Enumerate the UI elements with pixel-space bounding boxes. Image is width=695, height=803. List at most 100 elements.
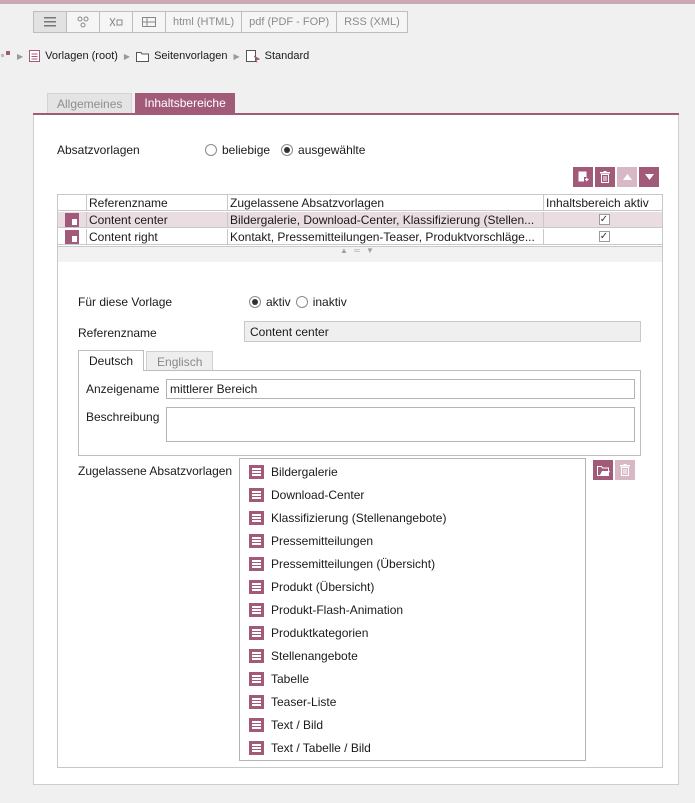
zugelassene-label: Zugelassene Absatzvorlagen	[78, 464, 233, 478]
tab-allgemeines[interactable]: Allgemeines	[47, 93, 133, 113]
resize-splitter[interactable]: ▲ ═ ▼	[58, 246, 662, 262]
list-item[interactable]: Teaser-Liste	[249, 691, 336, 713]
list-item[interactable]: Produkt-Flash-Animation	[249, 599, 403, 621]
table-row[interactable]: Content right Kontakt, Pressemitteilunge…	[58, 228, 662, 245]
edit-folder-icon	[596, 465, 610, 476]
cell-allowed: Bildergalerie, Download-Center, Klassifi…	[227, 211, 543, 228]
paragraph-template-icon	[249, 465, 264, 479]
list-item[interactable]: Produktkategorien	[249, 622, 368, 644]
remove-selection-button[interactable]	[615, 460, 635, 480]
anzeigename-input[interactable]: mittlerer Bereich	[166, 379, 635, 399]
list-item[interactable]: Text / Tabelle / Bild	[249, 737, 371, 759]
rss-view-button[interactable]: RSS (XML)	[336, 11, 408, 33]
list-actions	[593, 460, 635, 480]
radio-inaktiv[interactable]	[295, 296, 308, 308]
list-item[interactable]: Stellenangebote	[249, 645, 358, 667]
edit-selection-button[interactable]	[593, 460, 613, 480]
list-item-label: Tabelle	[271, 672, 310, 686]
root-node-icon	[1, 51, 10, 57]
tab-englisch[interactable]: Englisch	[146, 351, 214, 371]
structure-view-button[interactable]	[99, 11, 132, 33]
tree-view-button[interactable]	[66, 11, 99, 33]
radio-label-ausgewaehlte: ausgewählte	[298, 143, 366, 157]
cell-referenzname: Content center	[86, 211, 227, 228]
header-zugelassene[interactable]: Zugelassene Absatzvorlagen	[227, 194, 543, 211]
list-item-label: Download-Center	[271, 488, 365, 502]
active-checkbox[interactable]: ✓	[598, 214, 610, 225]
tab-inhaltsbereiche[interactable]: Inhaltsbereiche	[135, 93, 235, 113]
structure-view-icon	[109, 17, 123, 27]
breadcrumb: ▶ Vorlagen (root) ▶ Seitenvorlagen ▶ Sta…	[0, 46, 309, 66]
breadcrumb-label: Seitenvorlagen	[154, 50, 228, 62]
content-area-icon	[65, 229, 79, 244]
paragraph-template-icon	[249, 718, 264, 732]
header-inhaltsbereich-aktiv[interactable]: Inhaltsbereich aktiv	[543, 194, 662, 211]
breadcrumb-separator: ▶	[233, 51, 240, 61]
pdf-view-button[interactable]: pdf (PDF - FOP)	[241, 11, 337, 33]
list-item[interactable]: Klassifizierung (Stellenangebote)	[249, 507, 446, 529]
move-down-icon	[644, 174, 654, 180]
list-item-label: Text / Bild	[271, 718, 324, 732]
list-item[interactable]: Produkt (Übersicht)	[249, 576, 374, 598]
cell-active: ✓	[543, 228, 662, 245]
list-item-label: Bildergalerie	[271, 465, 338, 479]
paragraph-template-icon	[249, 488, 264, 502]
radio-label-beliebige: beliebige	[222, 143, 271, 157]
header-icon-col	[58, 195, 86, 211]
list-item-label: Text / Tabelle / Bild	[271, 741, 371, 755]
beschreibung-textarea[interactable]	[166, 407, 635, 442]
active-checkbox[interactable]: ✓	[598, 231, 610, 242]
breadcrumb-label: Vorlagen (root)	[45, 50, 118, 62]
paragraph-template-icon	[249, 580, 264, 594]
vorlage-label: Für diese Vorlage	[78, 295, 173, 309]
template-icon	[29, 50, 41, 62]
list-item[interactable]: Pressemitteilungen (Übersicht)	[249, 553, 435, 575]
tab-deutsch[interactable]: Deutsch	[78, 350, 145, 371]
move-up-button[interactable]	[617, 167, 637, 187]
list-item-label: Pressemitteilungen (Übersicht)	[271, 557, 436, 571]
list-item-label: Produkt-Flash-Animation	[271, 603, 404, 617]
cell-active: ✓	[543, 211, 662, 228]
table-row[interactable]: Content center Bildergalerie, Download-C…	[58, 211, 662, 228]
breadcrumb-item-root[interactable]: Vorlagen (root)	[29, 50, 118, 62]
radio-beliebige[interactable]	[205, 144, 217, 156]
radio-aktiv[interactable]	[249, 296, 261, 308]
delete-button[interactable]	[595, 167, 615, 187]
breadcrumb-item-seitenvorlagen[interactable]: Seitenvorlagen	[136, 50, 227, 62]
absatzvorlagen-options: beliebige ausgewählte	[205, 143, 365, 157]
list-item[interactable]: Text / Bild	[249, 714, 323, 736]
move-down-button[interactable]	[639, 167, 659, 187]
allowed-templates-list[interactable]: Bildergalerie Download-Center Klassifizi…	[239, 458, 586, 761]
page-template-icon	[245, 49, 260, 63]
list-item-label: Stellenangebote	[271, 649, 358, 663]
radio-ausgewaehlte[interactable]	[281, 144, 294, 156]
paragraph-template-icon	[249, 672, 264, 686]
beschreibung-label: Beschreibung	[86, 410, 160, 424]
add-button[interactable]	[573, 167, 593, 187]
list-item[interactable]: Download-Center	[249, 484, 364, 506]
language-tabs: Deutsch Englisch	[78, 350, 214, 371]
table-view-icon	[142, 17, 156, 27]
breadcrumb-separator: ▶	[123, 51, 131, 61]
paragraph-template-icon	[249, 557, 264, 571]
main-tabs: Allgemeines Inhaltsbereiche	[47, 93, 235, 113]
top-accent-bar	[0, 0, 695, 4]
list-item[interactable]: Pressemitteilungen	[249, 530, 373, 552]
paragraph-template-icon	[249, 511, 264, 525]
add-icon	[578, 171, 589, 182]
breadcrumb-item-standard[interactable]: Standard	[245, 49, 309, 63]
vorlage-options: aktiv inaktiv	[249, 295, 347, 309]
header-referenzname[interactable]: Referenzname	[86, 194, 227, 211]
list-item[interactable]: Tabelle	[249, 668, 309, 690]
table-header: Referenzname Zugelassene Absatzvorlagen …	[58, 194, 662, 211]
row-icon-cell	[58, 229, 86, 245]
folder-icon	[136, 51, 150, 62]
list-view-button[interactable]	[33, 11, 66, 33]
anzeigename-label: Anzeigename	[86, 382, 160, 396]
list-item-label: Produktkategorien	[271, 626, 369, 640]
list-item-label: Produkt (Übersicht)	[271, 580, 375, 594]
list-item[interactable]: Bildergalerie	[249, 461, 338, 483]
html-view-button[interactable]: html (HTML)	[165, 11, 242, 33]
paragraph-template-icon	[249, 741, 264, 755]
table-view-button[interactable]	[132, 11, 165, 33]
